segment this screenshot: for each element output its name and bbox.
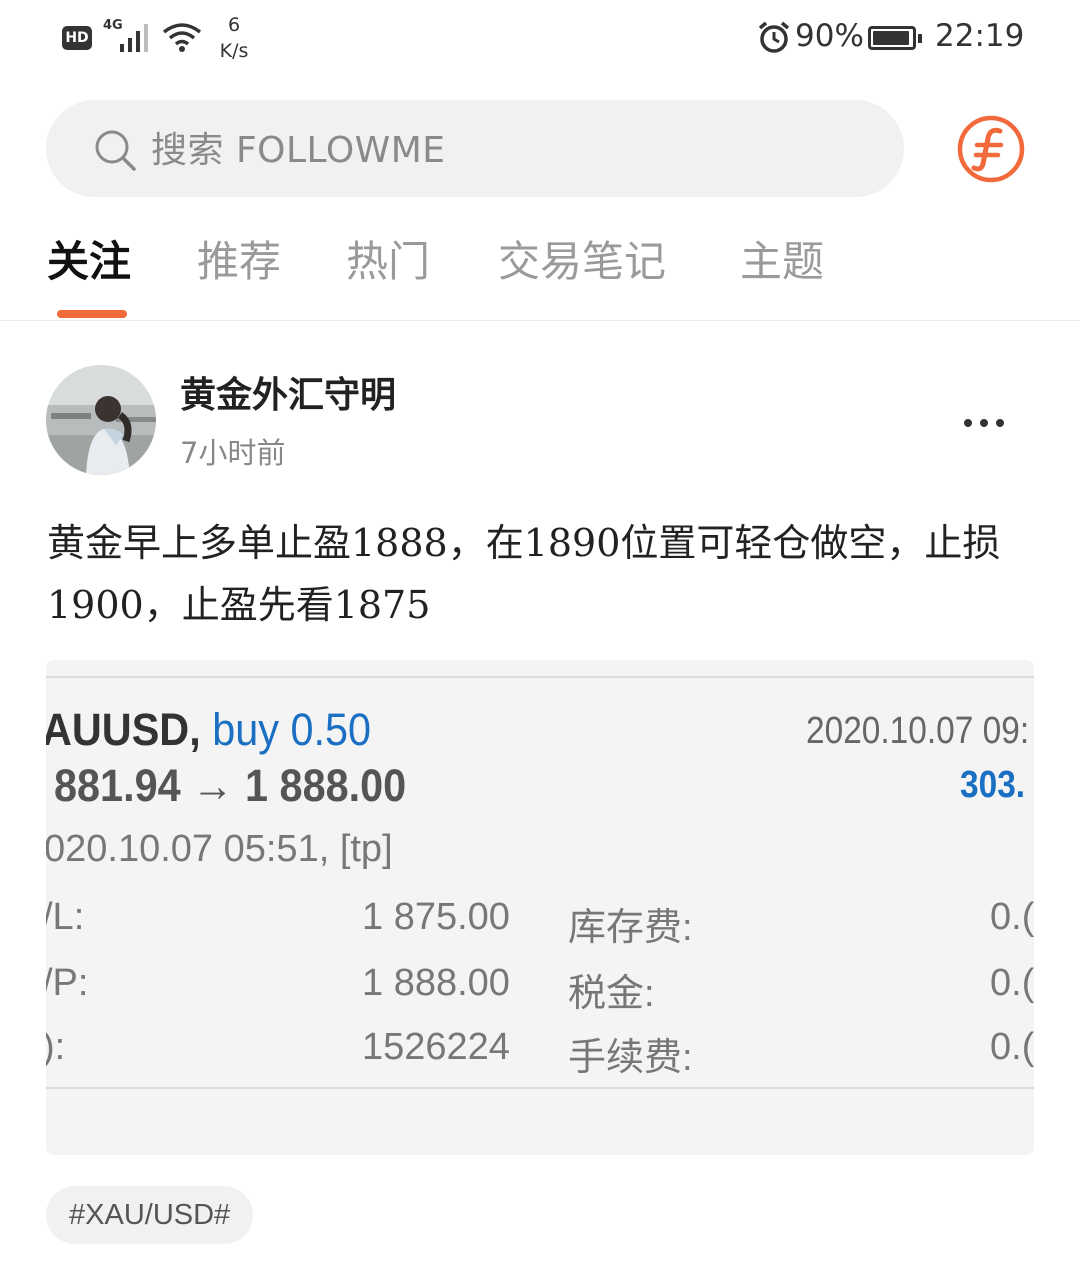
post-time: 7小时前 <box>180 436 286 470</box>
hashtag-chip[interactable]: #XAU/USD# <box>46 1186 254 1244</box>
wifi-icon <box>162 23 202 52</box>
search-icon <box>95 130 136 171</box>
trade-row-value: 1 888.00 <box>362 962 510 1004</box>
tab-trade-notes[interactable]: 交易笔记 <box>498 232 666 292</box>
trade-row-value: 1 875.00 <box>362 896 510 938</box>
trade-symbol: AUUSD, <box>46 704 201 755</box>
network-speed: 6 K/s <box>214 12 254 64</box>
trade-prices: 881.94 → 1 888.00 <box>54 760 407 811</box>
trade-open-time: 2020.10.07 09: <box>806 710 1030 752</box>
avatar[interactable] <box>46 365 156 475</box>
divider <box>0 320 1080 321</box>
tab-following[interactable]: 关注 <box>47 232 131 292</box>
more-icon[interactable] <box>962 418 1006 428</box>
status-bar: HD 4G 6 K/s 90% 22:19 <box>0 0 1080 78</box>
trade-row-value: 1526224 <box>362 1026 510 1068</box>
trade-row-label: ): <box>46 1026 66 1068</box>
tab-hot[interactable]: 热门 <box>346 232 430 292</box>
active-tab-indicator <box>57 310 127 318</box>
search-input[interactable]: 搜索 FOLLOWME <box>151 128 446 174</box>
trade-row-value2: 0.( <box>990 896 1034 938</box>
speed-unit: K/s <box>219 40 249 62</box>
tab-topics[interactable]: 主题 <box>740 232 824 292</box>
trade-screenshot-image[interactable]: AUUSD, buy 0.50 2020.10.07 09: 881.94 → … <box>46 660 1034 1155</box>
speed-value: 6 <box>227 14 241 36</box>
followme-logo-icon[interactable] <box>956 114 1026 184</box>
trade-row-label2: 税金: <box>568 973 655 1015</box>
trade-row-label: /P: <box>46 962 89 1004</box>
card-top-line <box>46 676 1034 678</box>
trade-side: buy <box>212 704 279 755</box>
author-name[interactable]: 黄金外汇守明 <box>180 372 396 420</box>
tab-recommended[interactable]: 推荐 <box>197 232 281 292</box>
trade-row-value2: 0.( <box>990 1026 1034 1068</box>
trade-close-info: 020.10.07 05:51, [tp] <box>46 828 393 870</box>
battery-percent: 90% <box>795 18 864 54</box>
trade-row-label2: 库存费: <box>568 907 693 949</box>
trade-symbol-line: AUUSD, buy 0.50 <box>46 704 371 756</box>
card-bottom-line <box>46 1087 1034 1089</box>
hd-badge: HD <box>62 26 92 50</box>
alarm-icon <box>758 21 790 53</box>
trade-profit: 303. <box>960 764 1026 806</box>
post-content[interactable]: 黄金早上多单止盈1888，在1890位置可轻仓做空，止损1900，止盈先看187… <box>47 512 1037 636</box>
battery-icon <box>868 26 922 50</box>
trade-row-label: /L: <box>46 896 85 938</box>
trade-lots: 0.50 <box>290 704 372 755</box>
signal-icon <box>120 24 148 52</box>
clock: 22:19 <box>935 18 1025 54</box>
trade-row-value2: 0.( <box>990 962 1034 1004</box>
trade-row-label2: 手续费: <box>568 1037 693 1079</box>
